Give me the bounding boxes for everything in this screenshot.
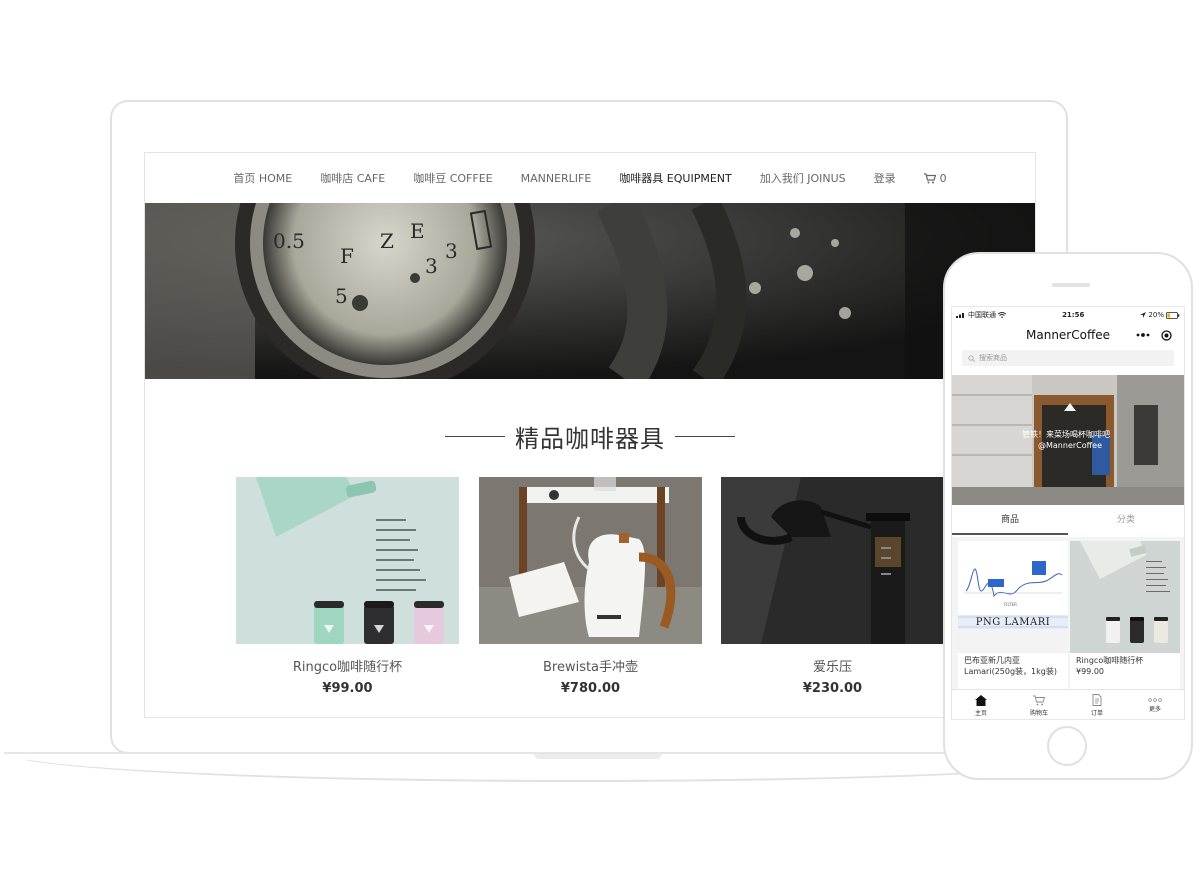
laptop-notch: [534, 754, 662, 759]
home-icon: [975, 694, 987, 706]
nav-cafe[interactable]: 咖啡店 CAFE: [320, 170, 385, 186]
nav-mannerlife[interactable]: MANNERLIFE: [521, 172, 592, 185]
nav-login[interactable]: 登录: [874, 170, 896, 186]
nav-coffee[interactable]: 咖啡豆 COFFEE: [413, 170, 492, 186]
heading-rule-left: [445, 436, 505, 437]
banner-handle: @MannerCoffee: [1038, 441, 1102, 450]
svg-text:5: 5: [335, 284, 348, 308]
wifi-icon: [998, 312, 1006, 318]
tabbar-orders[interactable]: 订单: [1068, 690, 1126, 719]
tabbar-cart[interactable]: 购物车: [1010, 690, 1068, 719]
product-card-brewista[interactable]: Brewista手冲壶 ¥780.00: [479, 477, 702, 696]
tabbar-more[interactable]: 更多: [1126, 690, 1184, 719]
tab-products[interactable]: 商品: [952, 509, 1068, 535]
banner-image[interactable]: 管铁！来菜场喝杯咖啡吧 @MannerCoffee: [952, 375, 1184, 505]
mp-product-name[interactable]: Ringco咖啡随行杯: [1070, 653, 1180, 666]
phone-speaker: [1052, 283, 1090, 287]
carrier-name: 中国联通: [968, 311, 996, 319]
tab-categories[interactable]: 分类: [1068, 509, 1184, 535]
svg-text:3: 3: [445, 239, 458, 263]
tabbar-home[interactable]: 主页: [952, 690, 1010, 719]
more-icon: [1148, 698, 1162, 702]
product-name[interactable]: Ringco咖啡随行杯: [236, 656, 459, 675]
location-icon: [1140, 312, 1147, 318]
product-name[interactable]: 爱乐压: [721, 656, 944, 675]
mp-product-name[interactable]: 巴布亚新几内亚Lamari(250g装，1kg装): [958, 653, 1068, 677]
product-price: ¥99.00: [322, 681, 373, 696]
document-icon: [1092, 694, 1102, 706]
card-chart-label: FILTER: [1004, 602, 1017, 607]
banner-caption: 管铁！来菜场喝杯咖啡吧: [1022, 430, 1110, 439]
svg-text:F: F: [340, 244, 354, 268]
svg-text:0.5: 0.5: [273, 229, 305, 253]
product-image-ringco[interactable]: [236, 477, 459, 644]
status-bar: 中国联通 21:56 20%: [952, 307, 1184, 323]
battery-percent: 20%: [1148, 311, 1164, 319]
more-dots-icon[interactable]: [1136, 332, 1150, 338]
status-time: 21:56: [1062, 311, 1085, 319]
mp-product-card-lamari[interactable]: FILTER PNG LAMARI 巴布亚新几内亚Lamari(250g装，1k…: [958, 541, 1068, 689]
card-sign-text: PNG LAMARI: [975, 617, 1051, 628]
cart-icon: [1033, 695, 1045, 705]
tabbar-label: 购物车: [1029, 709, 1048, 717]
cart-link[interactable]: 0: [923, 171, 947, 185]
tabbar-label: 更多: [1148, 706, 1161, 713]
heading-rule-right: [675, 436, 735, 437]
tabbar-label: 订单: [1090, 710, 1103, 717]
nav-home[interactable]: 首页 HOME: [233, 170, 292, 186]
carrier-area: 中国联通: [956, 310, 1006, 320]
section-heading: 精品咖啡器具: [145, 419, 1035, 454]
miniprogram-screen: 中国联通 21:56 20% MannerCoffee 搜索商品 管铁！来菜场喝…: [951, 306, 1185, 720]
svg-text:E: E: [410, 219, 425, 243]
product-image-aeropress[interactable]: [721, 477, 944, 644]
main-nav: 首页 HOME 咖啡店 CAFE 咖啡豆 COFFEE MANNERLIFE 咖…: [145, 153, 1035, 203]
cart-icon: [923, 172, 936, 183]
product-price: ¥780.00: [560, 681, 621, 696]
website-screen: 首页 HOME 咖啡店 CAFE 咖啡豆 COFFEE MANNERLIFE 咖…: [144, 152, 1036, 718]
product-name[interactable]: Brewista手冲壶: [479, 656, 702, 675]
mp-product-price: ¥99.00: [1076, 667, 1104, 676]
mp-product-image-lamari[interactable]: FILTER PNG LAMARI: [958, 541, 1068, 653]
nav-joinus[interactable]: 加入我们 JOINUS: [760, 170, 846, 186]
product-price: ¥230.00: [802, 681, 863, 696]
home-button[interactable]: [1047, 726, 1087, 766]
svg-text:3: 3: [425, 254, 438, 278]
product-card-aeropress[interactable]: 爱乐压 ¥230.00: [721, 477, 944, 696]
mp-product-image-ringco[interactable]: [1070, 541, 1180, 653]
section-title-text: 精品咖啡器具: [515, 425, 665, 453]
battery-area: 20%: [1140, 311, 1180, 319]
hero-banner-image: 0.5 5 F Z E 3 3: [145, 203, 1035, 379]
search-input[interactable]: 搜索商品: [962, 350, 1174, 366]
tabbar-label: 主页: [974, 709, 987, 717]
svg-text:Z: Z: [380, 229, 394, 253]
close-target-icon[interactable]: [1161, 329, 1172, 341]
search-placeholder: 搜索商品: [979, 354, 1007, 362]
product-card-ringco[interactable]: Ringco咖啡随行杯 ¥99.00: [236, 477, 459, 696]
bottom-tabbar: 主页 购物车 订单 更多: [952, 689, 1184, 719]
mp-product-card-ringco[interactable]: Ringco咖啡随行杯 ¥99.00: [1070, 541, 1180, 689]
capsule-buttons: [1130, 327, 1178, 343]
search-icon: [968, 354, 975, 362]
battery-icon: [1166, 311, 1180, 319]
cart-count: 0: [939, 171, 947, 185]
product-image-brewista[interactable]: [479, 477, 702, 644]
miniprogram-tabs: 商品 分类: [952, 509, 1184, 535]
nav-equipment[interactable]: 咖啡器具 EQUIPMENT: [619, 170, 731, 186]
signal-icon: [956, 313, 964, 318]
